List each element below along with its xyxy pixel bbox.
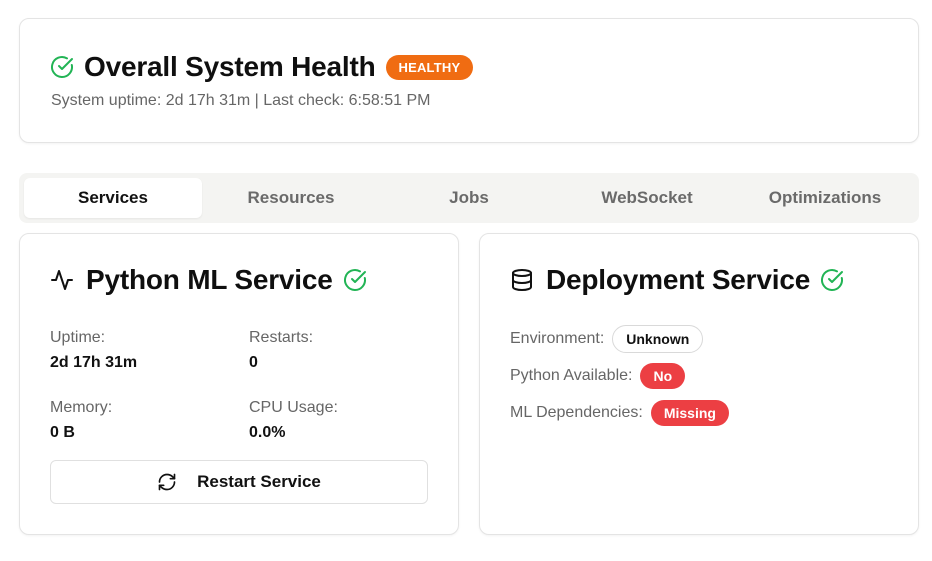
ml-dependencies-badge: Missing (650, 400, 729, 426)
memory-label: Memory: (50, 399, 113, 416)
ml-dependencies-row: ML Dependencies: Missing (510, 400, 729, 426)
restart-service-label: Restart Service (197, 472, 321, 491)
tab-jobs[interactable]: Jobs (380, 178, 558, 218)
status-badge: HEALTHY (385, 54, 474, 80)
restarts-label: Restarts: (249, 329, 314, 346)
health-title-row: Overall System Health HEALTHY (50, 51, 474, 83)
deployment-service-title: Deployment Service (546, 264, 811, 295)
environment-label: Environment: (510, 330, 605, 347)
deployment-service-title-row: Deployment Service (510, 264, 844, 296)
check-circle-icon (820, 268, 844, 292)
python-available-row: Python Available: No (510, 363, 686, 389)
python-ml-service-card: Python ML Service Uptime: 2d 17h 31m Res… (19, 233, 459, 535)
python-service-title: Python ML Service (86, 264, 333, 295)
ml-dependencies-label: ML Dependencies: (510, 404, 643, 421)
tab-services[interactable]: Services (24, 178, 202, 218)
database-icon (510, 268, 534, 292)
tab-resources[interactable]: Resources (202, 178, 380, 218)
uptime-value: 2d 17h 31m (50, 354, 138, 371)
cpu-usage-value: 0.0% (249, 424, 286, 441)
memory-value: 0 B (50, 424, 75, 441)
tab-bar: Services Resources Jobs WebSocket Optimi… (19, 173, 919, 223)
health-subtitle: System uptime: 2d 17h 31m | Last check: … (51, 92, 431, 109)
cpu-usage-label: CPU Usage: (249, 399, 338, 416)
check-circle-icon (343, 268, 367, 292)
restarts-value: 0 (249, 354, 258, 371)
check-circle-icon (50, 55, 74, 79)
environment-badge: Unknown (612, 325, 704, 353)
deployment-service-card: Deployment Service Environment: Unknown … (479, 233, 919, 535)
python-service-title-row: Python ML Service (50, 264, 367, 296)
system-health-card: Overall System Health HEALTHY System upt… (19, 18, 919, 143)
activity-icon (50, 268, 74, 292)
tab-optimizations[interactable]: Optimizations (736, 178, 914, 218)
restart-service-button[interactable]: Restart Service (50, 460, 428, 504)
python-available-label: Python Available: (510, 367, 633, 384)
refresh-icon (157, 472, 197, 492)
python-available-badge: No (640, 363, 686, 389)
tab-websocket[interactable]: WebSocket (558, 178, 736, 218)
uptime-label: Uptime: (50, 329, 106, 346)
environment-row: Environment: Unknown (510, 325, 704, 353)
health-title: Overall System Health (84, 51, 376, 82)
